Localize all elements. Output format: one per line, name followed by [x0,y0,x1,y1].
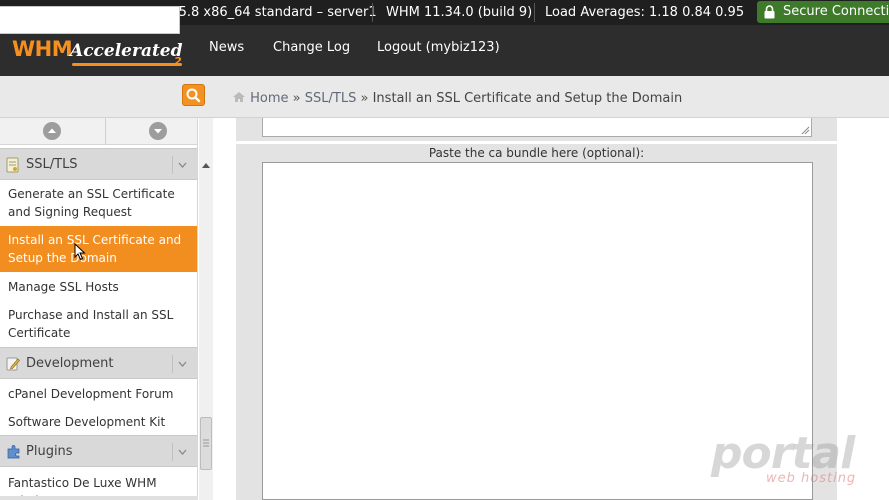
secure-connection-label: Secure Connectio [783,4,889,19]
load-averages: Load Averages: 1.18 0.84 0.95 [545,5,745,20]
resize-handle-icon[interactable] [800,125,810,135]
nav-logout[interactable]: Logout (mybiz123) [377,25,500,70]
home-icon[interactable] [232,91,246,106]
sidebar-item-manage-ssl-hosts[interactable]: Manage SSL Hosts [0,278,197,298]
breadcrumb: Home » SSL/TLS » Install an SSL Certific… [232,76,682,118]
scroll-arrow-up-icon[interactable] [202,153,210,172]
sidebar: SSL/TLS Generate an SSL Certificate and … [0,118,198,500]
sidebar-category-development[interactable]: Development [0,347,197,379]
breadcrumb-home[interactable]: Home [250,91,288,106]
pencil-icon [6,356,20,376]
divider [534,3,535,22]
sidebar-item-purchase-ssl[interactable]: Purchase and Install an SSL Certificate [0,306,197,346]
certificate-icon [6,157,20,177]
chevron-down-icon [172,156,190,174]
sidebar-category-plugins[interactable]: Plugins [0,435,197,467]
search-icon [186,88,201,103]
chevron-up-icon [43,122,61,140]
puzzle-icon [6,444,22,464]
sidebar-category-label: SSL/TLS [26,157,78,172]
sidebar-category-ssl-tls[interactable]: SSL/TLS [0,148,197,180]
sidebar-category-label: Development [26,356,114,371]
sidebar-category-label: Plugins [26,444,73,459]
ca-bundle-textarea[interactable] [262,162,813,500]
breadcrumb-current: Install an SSL Certificate and Setup the… [372,91,683,106]
chevron-down-icon [149,122,167,140]
mouse-pointer-icon [74,242,86,265]
ca-bundle-label: Paste the ca bundle here (optional): [428,146,645,160]
sidebar-item-install-ssl[interactable]: Install an SSL Certificate and Setup the… [0,226,197,272]
sidebar-item-fantastico[interactable]: Fantastico De Luxe WHM Admin [0,474,197,500]
horizontal-scrollbar[interactable] [0,496,198,500]
breadcrumb-ssl-tls[interactable]: SSL/TLS [305,91,357,106]
lock-icon [764,5,775,27]
divider [372,3,373,22]
previous-textarea[interactable] [262,118,812,137]
sidebar-item-software-dev-kit[interactable]: Software Development Kit [0,413,197,433]
chevron-down-icon [172,355,190,373]
search-input[interactable] [0,6,180,34]
scroll-down-button[interactable] [106,118,197,145]
sidebar-scrollbar[interactable] [199,118,213,500]
logo-main: WHM [12,37,73,61]
nav-change-log[interactable]: Change Log [273,25,350,70]
certificate-panel [236,118,837,141]
breadcrumb-separator: » [360,91,369,106]
logo-swoosh [72,63,182,66]
sidebar-item-cpanel-dev-forum[interactable]: cPanel Development Forum [0,385,197,405]
logo-sub: Accelerated [70,41,183,61]
logo-version: 2 [174,55,182,68]
chevron-down-icon [172,443,190,461]
scrollbar-thumb[interactable] [200,417,212,470]
sidebar-item-generate-ssl[interactable]: Generate an SSL Certificate and Signing … [0,185,197,225]
search-button[interactable] [182,84,205,106]
whm-version: WHM 11.34.0 (build 9) [386,5,533,20]
breadcrumb-separator: » [292,91,301,106]
nav-news[interactable]: News [209,25,244,70]
sidebar-scroll-controls [0,118,197,145]
scroll-up-button[interactable] [0,118,105,145]
secure-connection-badge[interactable]: Secure Connectio [757,1,889,23]
